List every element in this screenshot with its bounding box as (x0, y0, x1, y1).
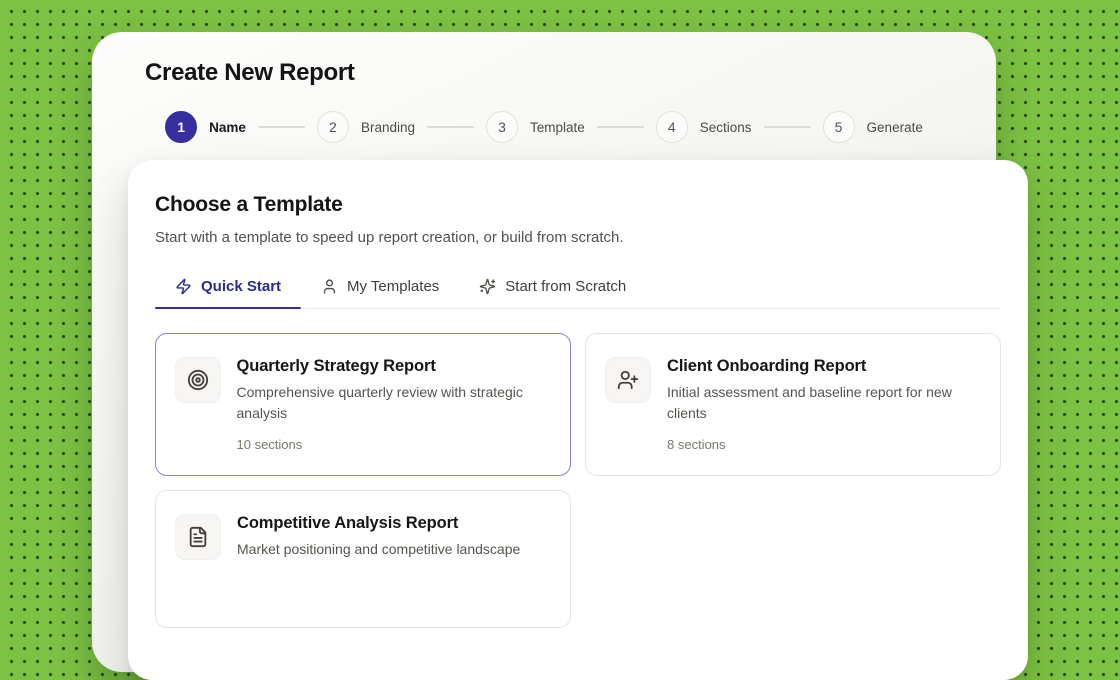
user-plus-icon (605, 357, 651, 403)
step-sections[interactable]: 4 Sections (655, 111, 752, 143)
step-number-badge: 3 (485, 111, 518, 143)
step-template[interactable]: 3 Template (485, 111, 585, 143)
step-connector (596, 126, 644, 128)
step-name[interactable]: 1 Name (165, 111, 246, 143)
zap-icon (175, 278, 192, 295)
template-card-competitive-analysis[interactable]: Competitive Analysis Report Market posit… (155, 490, 571, 628)
step-label: Sections (699, 119, 752, 135)
tab-label: My Templates (347, 278, 440, 295)
step-number-badge: 2 (316, 111, 349, 143)
tab-label: Quick Start (201, 278, 282, 295)
step-branding[interactable]: 2 Branding (316, 111, 415, 143)
dotted-background: { "page": { "title": "Create New Report"… (0, 0, 1120, 680)
template-description: Market positioning and competitive lands… (237, 541, 521, 557)
step-generate[interactable]: 5 Generate (822, 111, 923, 143)
step-label: Template (529, 119, 585, 135)
page-title: Create New Report (145, 59, 355, 86)
template-title: Client Onboarding Report (667, 357, 867, 375)
sparkles-icon (479, 278, 496, 295)
tab-my-templates[interactable]: My Templates (301, 270, 459, 308)
tab-quick-start[interactable]: Quick Start (155, 270, 302, 309)
template-description: Initial assessment and baseline report f… (667, 384, 952, 421)
template-grid: Quarterly Strategy Report Comprehensive … (155, 333, 1001, 628)
panel-subtitle: Start with a template to speed up report… (155, 229, 624, 246)
panel-title: Choose a Template (155, 193, 343, 216)
user-icon (321, 278, 338, 295)
template-section-count: 10 sections (236, 436, 303, 452)
step-connector (426, 126, 474, 128)
step-connector (763, 126, 811, 128)
step-number-badge: 1 (165, 111, 198, 143)
step-number-badge: 4 (655, 111, 688, 143)
template-title: Quarterly Strategy Report (236, 356, 436, 375)
step-label: Branding (360, 119, 415, 135)
template-card-quarterly-strategy[interactable]: Quarterly Strategy Report Comprehensive … (155, 333, 571, 476)
file-text-icon (175, 514, 221, 560)
step-number-badge: 5 (822, 111, 855, 143)
tab-start-from-scratch[interactable]: Start from Scratch (459, 270, 646, 308)
target-icon (174, 356, 221, 403)
step-connector (257, 126, 305, 128)
template-section-count: 8 sections (667, 437, 726, 452)
template-description: Comprehensive quarterly review with stra… (236, 383, 523, 421)
template-tabs: Quick Start My Templates Start from Scra… (155, 270, 1001, 309)
step-label: Name (209, 119, 246, 135)
choose-template-panel: Choose a Template Start with a template … (128, 160, 1028, 680)
tab-label: Start from Scratch (505, 278, 627, 295)
template-title: Competitive Analysis Report (237, 514, 459, 532)
wizard-stepper: 1 Name 2 Branding 3 Template 4 Sections … (92, 111, 996, 143)
template-card-client-onboarding[interactable]: Client Onboarding Report Initial assessm… (585, 333, 1001, 476)
step-label: Generate (866, 119, 923, 135)
